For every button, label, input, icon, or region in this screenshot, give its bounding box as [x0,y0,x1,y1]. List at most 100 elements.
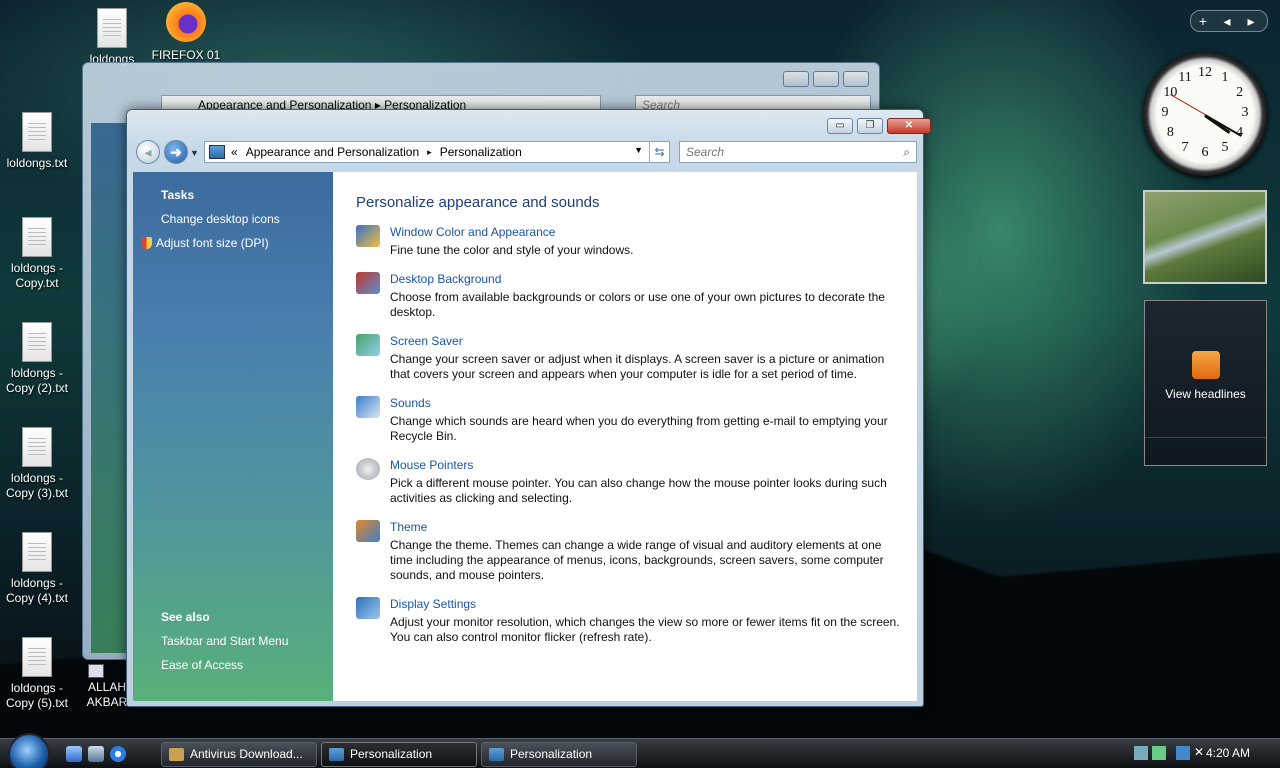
list-item: Sounds Change which sounds are heard whe… [333,396,917,444]
search-placeholder: Search [686,145,725,159]
back-button[interactable]: ◂ [136,140,160,164]
taskbar-button-label: Personalization [350,747,433,761]
clock-numeral: 3 [1241,105,1249,120]
uac-shield-icon [141,237,152,249]
desktop-icon-copy-4[interactable]: loldongs - Copy (4).txt [0,532,77,606]
item-description: Change your screen saver or adjust when … [390,352,885,381]
screen-saver-link[interactable]: Screen Saver [390,334,917,348]
item-description: Fine tune the color and style of your wi… [390,243,634,257]
desktop-icon-label: loldongs - Copy (2).txt [5,366,68,395]
taskbar: Antivirus Download... Personalization Pe… [0,733,1280,768]
taskbar-button-label: Antivirus Download... [190,747,303,761]
breadcrumb-prefix[interactable]: « [231,145,238,159]
show-desktop-icon[interactable] [66,746,82,762]
start-button[interactable] [8,733,50,768]
maximize-button[interactable]: ❐ [857,118,883,134]
clock-numeral: 2 [1236,85,1244,100]
tasks-heading: Tasks [161,188,195,202]
item-description: Change the theme. Themes can change a wi… [390,538,884,582]
antivirus-app-icon [169,748,184,761]
control-panel-icon [489,748,504,761]
forward-button[interactable]: ➜ [164,140,188,164]
text-file-icon [22,322,52,362]
sounds-icon [356,396,380,418]
desktop-icon-copy-5[interactable]: loldongs - Copy (5).txt [0,637,77,711]
feed-headlines-gadget[interactable]: View headlines [1144,300,1267,466]
see-also-section: See also Taskbar and Start Menu Ease of … [161,610,288,672]
shortcut-icon [88,664,104,678]
display-tray-icon[interactable] [1176,746,1190,760]
breadcrumb-appearance[interactable]: Appearance and Personalization [246,145,419,159]
adjust-font-size-link[interactable]: Adjust font size (DPI) [141,236,333,250]
back-minimize-button[interactable] [783,71,809,87]
change-desktop-icons-link[interactable]: Change desktop icons [161,212,333,226]
text-file-icon [22,112,52,152]
desktop-icon-label: loldongs - Copy (5).txt [5,681,68,710]
next-gadget-icon[interactable]: ▸ [1239,11,1263,31]
text-file-icon [22,532,52,572]
taskbar-start-menu-link[interactable]: Taskbar and Start Menu [161,634,288,648]
address-dropdown-icon[interactable]: ▼ [634,145,643,155]
breadcrumb-personalization[interactable]: Personalization [440,145,522,159]
address-bar[interactable]: « Appearance and Personalization ▸ Perso… [204,141,670,163]
text-file-icon [22,427,52,467]
taskbar-button-personalization[interactable]: Personalization [481,742,637,767]
search-input[interactable]: Search ⌕ [679,141,917,163]
clock-numeral: 10 [1163,85,1178,100]
desktop-icon-label: loldongs - Copy (3).txt [5,471,68,500]
volume-icon[interactable]: ✕ [1194,745,1204,759]
previous-gadget-icon[interactable]: ◂ [1215,11,1239,31]
firefox-icon [166,2,206,42]
list-item: Theme Change the theme. Themes can chang… [333,520,917,583]
clock-numeral: 5 [1221,139,1229,155]
sidebar-tray-icon[interactable] [1152,746,1166,760]
desktop-icon-label: ALLAH AKBAR [86,680,128,709]
internet-explorer-icon[interactable] [110,746,126,762]
desktop-icon-loldongs-txt[interactable]: loldongs.txt [0,112,77,171]
see-also-heading: See also [161,610,210,624]
gadget-toolbar: + ◂ ▸ [1190,10,1268,32]
desktop-icon-label: FIREFOX 01 [151,48,221,62]
rss-feed-icon [1191,351,1220,379]
recent-pages-dropdown[interactable]: ▼ [190,148,199,158]
close-button[interactable]: ✕ [887,118,931,134]
desktop-icon-copy[interactable]: loldongs - Copy.txt [0,217,77,291]
system-clock[interactable]: 4:20 AM [1206,746,1250,760]
slideshow-gadget[interactable] [1143,190,1267,284]
taskbar-button-antivirus[interactable]: Antivirus Download... [161,742,317,767]
back-close-button[interactable] [843,71,869,87]
sounds-link[interactable]: Sounds [390,396,917,410]
desktop-icon-copy-3[interactable]: loldongs - Copy (3).txt [0,427,77,501]
desktop-icon-label: loldongs - Copy.txt [10,261,64,290]
minimize-button[interactable]: ▭ [827,118,853,134]
network-icon[interactable] [1134,746,1148,760]
search-icon[interactable]: ⌕ [903,145,910,160]
mouse-pointers-link[interactable]: Mouse Pointers [390,458,917,472]
desktop-background-icon [356,272,380,294]
desktop-icon-loldongs[interactable]: loldongs [72,8,152,67]
feed-footer [1145,437,1266,465]
item-description: Choose from available backgrounds or col… [390,290,885,319]
breadcrumb-separator[interactable]: ▸ [427,147,432,158]
list-item: Mouse Pointers Pick a different mouse po… [333,458,917,506]
clock-numeral: 9 [1161,105,1169,120]
theme-link[interactable]: Theme [390,520,917,534]
text-file-icon [22,637,52,677]
desktop-icon-firefox[interactable]: FIREFOX 01 [146,2,226,63]
display-settings-link[interactable]: Display Settings [390,597,917,611]
view-headlines-link[interactable]: View headlines [1145,387,1266,401]
back-maximize-button[interactable] [813,71,839,87]
desktop-icon-copy-2[interactable]: loldongs - Copy (2).txt [0,322,77,396]
desktop-background-link[interactable]: Desktop Background [390,272,917,286]
switch-windows-icon[interactable] [88,746,104,762]
window-color-link[interactable]: Window Color and Appearance [390,225,917,239]
window-color-icon [356,225,380,247]
personalization-window[interactable]: ▭ ❐ ✕ ◂ ➜ ▼ « Appearance and Personaliza… [126,109,931,707]
taskbar-button-personalization-active[interactable]: Personalization [321,742,477,767]
clock-gadget[interactable]: 12 1 2 3 4 5 6 7 8 9 10 11 [1143,52,1267,176]
ease-of-access-link[interactable]: Ease of Access [161,658,288,672]
add-gadget-icon[interactable]: + [1191,11,1215,31]
list-item: Desktop Background Choose from available… [333,272,917,320]
refresh-icon[interactable]: ⇆ [649,142,669,162]
text-file-icon [97,8,127,48]
